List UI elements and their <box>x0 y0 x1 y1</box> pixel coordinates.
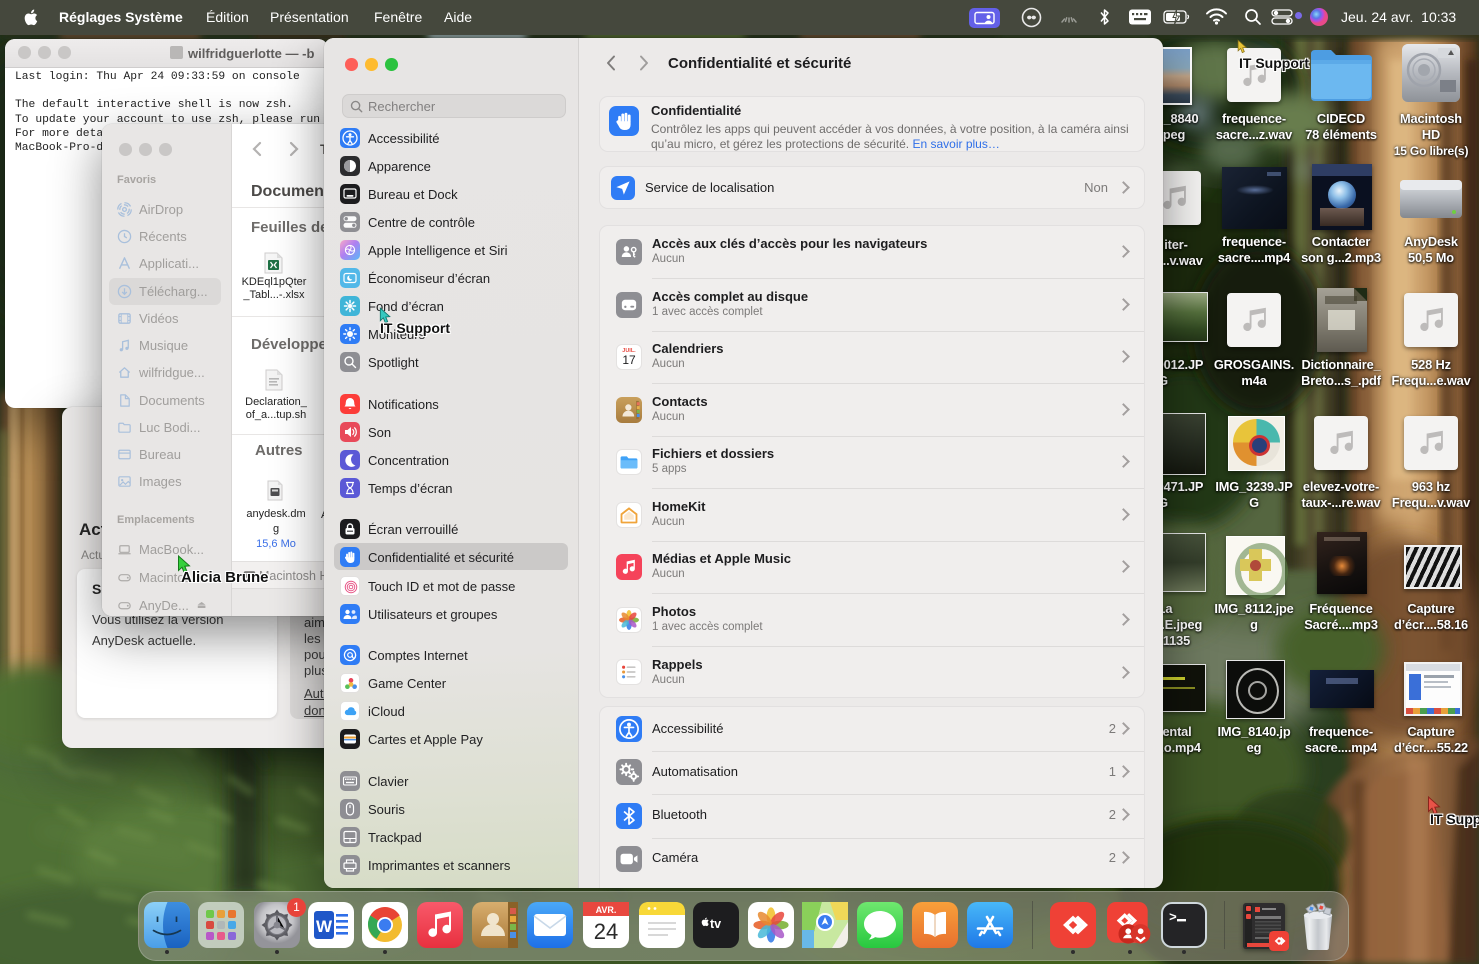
svg-text:>: > <box>1169 910 1177 925</box>
svg-text:tv: tv <box>710 917 721 931</box>
svg-text:24: 24 <box>594 919 618 944</box>
svg-text:AVR.: AVR. <box>596 905 617 915</box>
svg-text:W: W <box>316 917 333 936</box>
